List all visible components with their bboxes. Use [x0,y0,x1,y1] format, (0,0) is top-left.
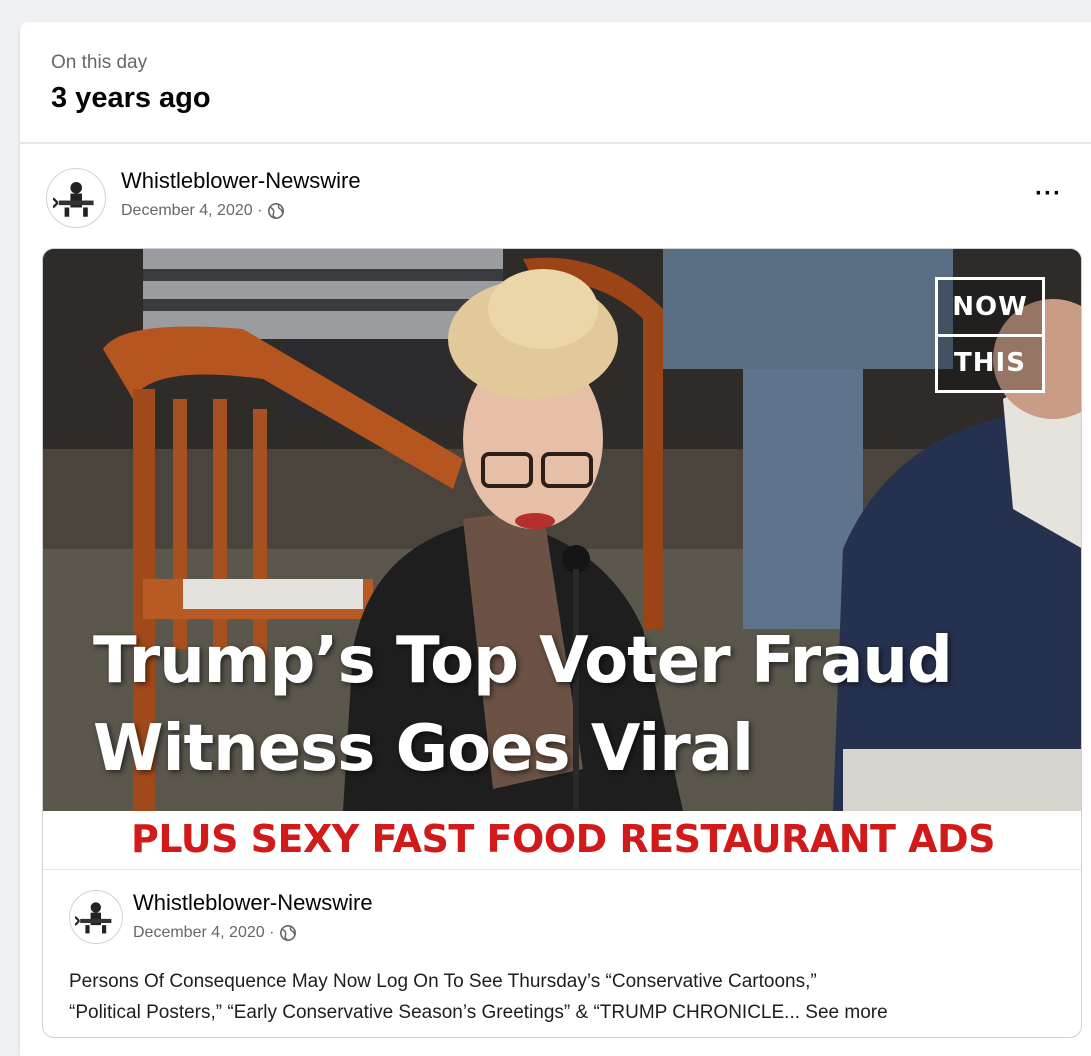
newswire-logo-icon [75,902,112,934]
post-author-name[interactable]: Whistleblower-Newswire [121,168,361,194]
inner-author-name[interactable]: Whistleblower-Newswire [133,890,373,916]
inner-post-text: Persons Of Consequence May Now Log On To… [69,966,1069,1028]
red-banner-caption: PLUS SEXY FAST FOOD RESTAURANT ADS [43,811,1081,867]
inner-post-date: December 4, 2020 · [133,924,297,942]
years-ago-title: 3 years ago [51,82,211,114]
inner-author-avatar[interactable] [69,890,123,944]
inner-post-text-line-2-body: “Political Posters,” “Early Conservative… [69,1002,801,1023]
post-date: December 4, 2020 · [121,202,285,220]
shared-post-card[interactable]: NOW THIS Trump’s Top Voter Fraud Witness… [42,248,1082,1038]
headline-line-1: Trump’s Top Voter Fraud [93,624,953,698]
globe-icon [268,202,285,220]
nowthis-badge-top: NOW [952,291,1028,322]
video-headline: Trump’s Top Voter Fraud Witness Goes Vir… [93,617,1053,793]
nowthis-logo: NOW THIS [935,277,1045,393]
author-avatar[interactable] [46,168,106,228]
inner-post-date-text[interactable]: December 4, 2020 · [133,924,274,942]
see-more-link[interactable]: See more [805,1002,887,1023]
on-this-day-header: On this day 3 years ago [20,22,1091,144]
inner-shared-post[interactable]: Whistleblower-Newswire December 4, 2020 … [43,869,1081,1037]
nowthis-badge-bottom: THIS [938,333,1042,391]
inner-post-text-line-1: Persons Of Consequence May Now Log On To… [69,971,817,992]
headline-line-2: Witness Goes Viral [93,712,754,786]
globe-icon [280,924,297,942]
inner-post-text-line-2: “Political Posters,” “Early Conservative… [69,997,1069,1028]
on-this-day-label: On this day [51,52,148,73]
memory-card: On this day 3 years ago Whistleblower-Ne… [20,22,1091,1056]
newswire-logo-icon [52,181,94,217]
video-thumbnail[interactable]: NOW THIS Trump’s Top Voter Fraud Witness… [43,249,1081,811]
post-date-text[interactable]: December 4, 2020 · [121,202,262,220]
more-options-button[interactable]: ··· [1035,180,1062,208]
